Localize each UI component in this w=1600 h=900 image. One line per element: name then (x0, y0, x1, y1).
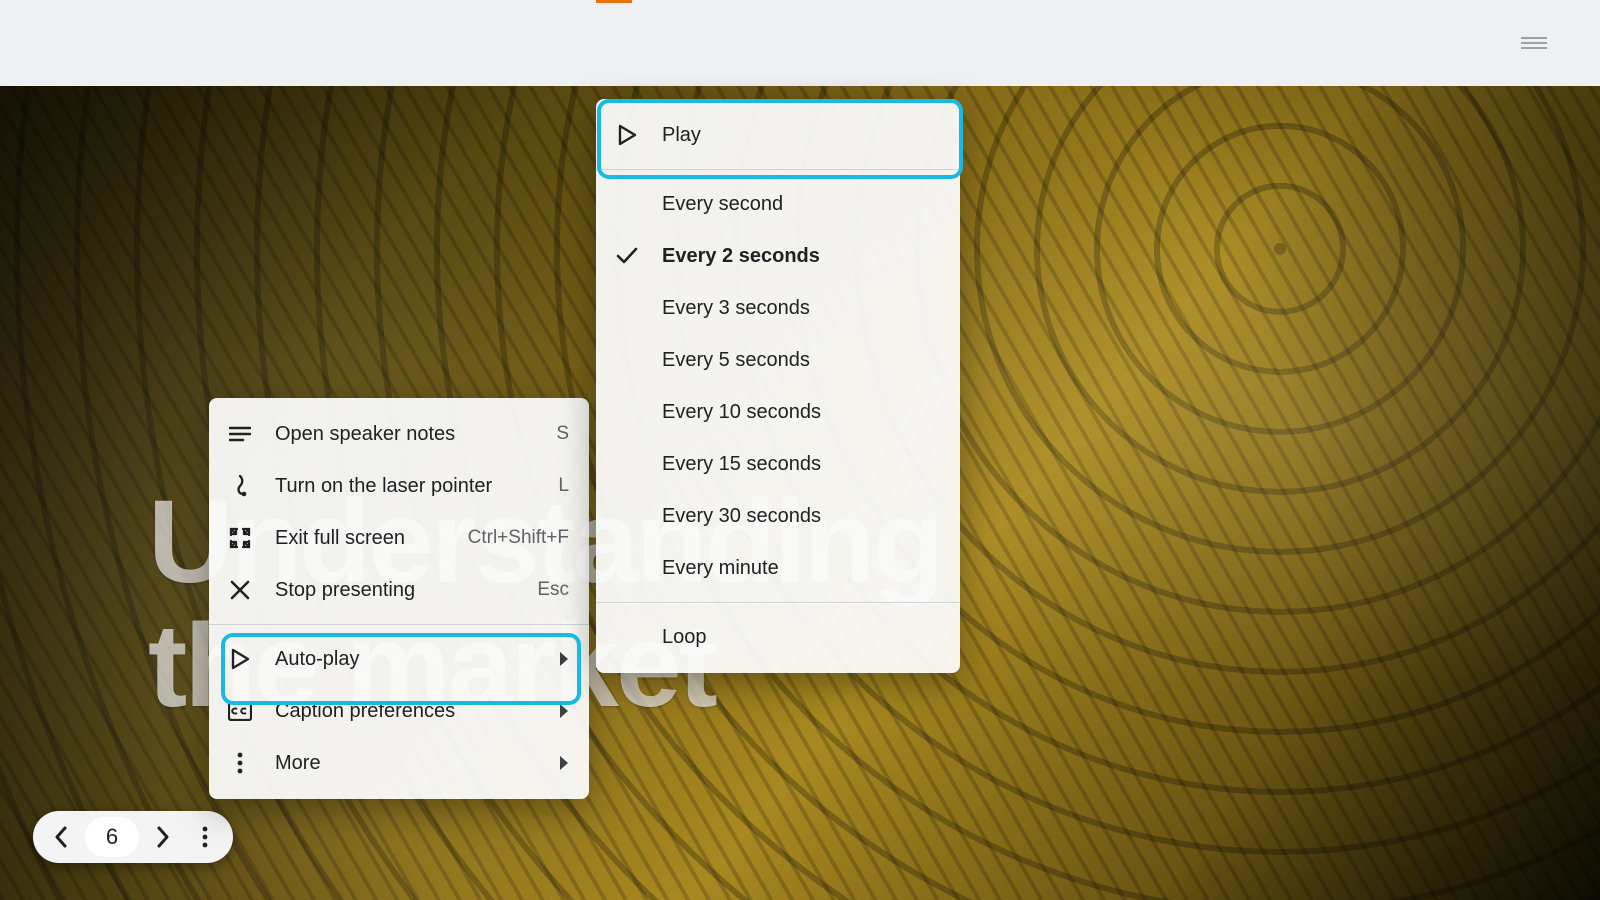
menu-item-label: Play (662, 124, 940, 147)
submenu-item-every-2-seconds[interactable]: Every 2 seconds (596, 230, 960, 282)
menu-item-label: Every minute (662, 557, 940, 580)
submenu-caret-icon (559, 755, 569, 771)
captions-icon (227, 701, 253, 721)
menu-item-more[interactable]: More (209, 737, 589, 789)
play-icon (614, 124, 640, 146)
menu-item-label: Every 2 seconds (662, 245, 940, 268)
menu-item-label: Exit full screen (275, 527, 428, 550)
menu-item-label: Every second (662, 193, 940, 216)
more-vertical-icon (227, 752, 253, 774)
menu-item-label: Turn on the laser pointer (275, 475, 518, 498)
menu-item-label: Stop presenting (275, 579, 497, 602)
top-bar (0, 0, 1600, 86)
submenu-item-every-10-seconds[interactable]: Every 10 seconds (596, 386, 960, 438)
prev-slide-button[interactable] (41, 817, 81, 857)
submenu-item-every-5-seconds[interactable]: Every 5 seconds (596, 334, 960, 386)
submenu-item-every-30-seconds[interactable]: Every 30 seconds (596, 490, 960, 542)
exit-fullscreen-icon (227, 527, 253, 549)
top-accent (596, 0, 632, 3)
menu-item-caption-preferences[interactable]: Caption preferences (209, 685, 589, 737)
menu-item-stop-presenting[interactable]: Stop presenting Esc (209, 564, 589, 616)
menu-item-label: Every 5 seconds (662, 349, 940, 372)
menu-item-label: Loop (662, 626, 940, 649)
submenu-item-loop[interactable]: Loop (596, 611, 960, 663)
menu-item-label: Every 30 seconds (662, 505, 940, 528)
menu-item-laser-pointer[interactable]: Turn on the laser pointer L (209, 460, 589, 512)
menu-icon[interactable] (1521, 37, 1547, 49)
notes-icon (227, 425, 253, 443)
close-icon (227, 580, 253, 600)
menu-item-label: Every 10 seconds (662, 401, 940, 424)
next-slide-button[interactable] (143, 817, 183, 857)
menu-item-label: Open speaker notes (275, 423, 516, 446)
menu-item-speaker-notes[interactable]: Open speaker notes S (209, 408, 589, 460)
submenu-caret-icon (559, 703, 569, 719)
check-icon (614, 247, 640, 265)
menu-item-shortcut: S (556, 423, 569, 445)
chevron-right-icon (156, 826, 170, 848)
slide-number[interactable]: 6 (85, 817, 139, 857)
menu-divider (596, 602, 960, 603)
chevron-left-icon (54, 826, 68, 848)
menu-item-label: Every 3 seconds (662, 297, 940, 320)
menu-divider (209, 624, 589, 625)
menu-item-shortcut: Esc (537, 579, 569, 601)
menu-item-exit-fullscreen[interactable]: Exit full screen Ctrl+Shift+F (209, 512, 589, 564)
menu-item-auto-play[interactable]: Auto-play (209, 633, 589, 685)
submenu-item-every-minute[interactable]: Every minute (596, 542, 960, 594)
autoplay-submenu: Play Every second Every 2 seconds Every … (596, 99, 960, 673)
play-icon (227, 648, 253, 670)
menu-item-label: Every 15 seconds (662, 453, 940, 476)
submenu-item-every-3-seconds[interactable]: Every 3 seconds (596, 282, 960, 334)
menu-item-shortcut: Ctrl+Shift+F (468, 527, 569, 549)
laser-pointer-icon (227, 475, 253, 497)
presenter-context-menu: Open speaker notes S Turn on the laser p… (209, 398, 589, 799)
menu-item-label: Auto-play (275, 648, 537, 671)
submenu-item-every-second[interactable]: Every second (596, 178, 960, 230)
submenu-caret-icon (559, 651, 569, 667)
menu-item-shortcut: L (558, 475, 569, 497)
menu-divider (596, 169, 960, 170)
menu-item-label: More (275, 752, 537, 775)
presenter-options-button[interactable] (185, 817, 225, 857)
more-vertical-icon (202, 826, 208, 848)
submenu-item-every-15-seconds[interactable]: Every 15 seconds (596, 438, 960, 490)
menu-item-label: Caption preferences (275, 700, 537, 723)
submenu-item-play[interactable]: Play (596, 109, 960, 161)
slide-number-value: 6 (106, 824, 118, 850)
presenter-controls: 6 (33, 811, 233, 863)
